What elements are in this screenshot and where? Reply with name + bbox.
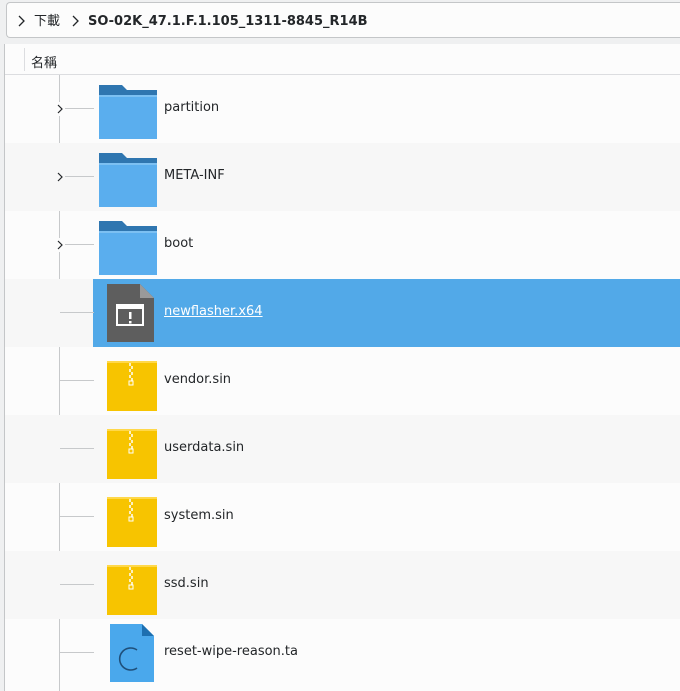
chevron-right-icon[interactable] <box>69 14 81 28</box>
executable-file-icon <box>107 284 154 342</box>
archive-file-icon <box>107 361 157 411</box>
file-row[interactable]: ssd.sin <box>5 551 680 619</box>
tree-branch-line <box>60 516 94 517</box>
tree-branch-line <box>60 380 94 381</box>
file-view[interactable]: 名稱 partition META-INF boot newflasher.x64 ve… <box>4 44 680 691</box>
tree-branch-line <box>60 312 94 313</box>
chevron-right-icon[interactable] <box>55 102 65 116</box>
file-name[interactable]: system.sin <box>164 507 234 525</box>
folder-icon <box>99 221 157 275</box>
file-name[interactable]: reset-wipe-reason.ta <box>164 643 298 661</box>
tree-branch-line <box>60 448 94 449</box>
file-row[interactable]: boot <box>5 211 680 279</box>
chevron-right-icon[interactable] <box>55 170 65 184</box>
file-row[interactable]: system.sin <box>5 483 680 551</box>
breadcrumb-item-current[interactable]: SO-02K_47.1.F.1.105_1311-8845_R14B <box>88 13 368 31</box>
column-divider[interactable] <box>24 48 25 71</box>
file-row[interactable]: META-INF <box>5 143 680 211</box>
source-file-icon <box>110 624 154 682</box>
file-name[interactable]: ssd.sin <box>164 575 209 593</box>
file-name[interactable]: boot <box>164 235 193 253</box>
archive-file-icon <box>107 429 157 479</box>
chevron-right-icon[interactable] <box>15 14 27 28</box>
tree-branch-line <box>60 584 94 585</box>
tree-branch-line <box>60 652 94 653</box>
breadcrumb: 下載 SO-02K_47.1.F.1.105_1311-8845_R14B <box>0 0 680 40</box>
breadcrumb-item-downloads[interactable]: 下載 <box>34 13 60 31</box>
file-name[interactable]: META-INF <box>164 167 225 185</box>
folder-icon <box>99 153 157 207</box>
column-header-name[interactable]: 名稱 <box>31 52 57 71</box>
file-row[interactable]: partition <box>5 75 680 143</box>
file-name[interactable]: newflasher.x64 <box>164 303 263 321</box>
file-name[interactable]: userdata.sin <box>164 439 244 457</box>
tree-branch-line <box>60 244 94 245</box>
file-row[interactable]: vendor.sin <box>5 347 680 415</box>
column-header: 名稱 <box>5 44 680 75</box>
tree-branch-line <box>60 176 94 177</box>
archive-file-icon <box>107 497 157 547</box>
folder-icon <box>99 85 157 139</box>
file-row[interactable]: newflasher.x64 <box>5 279 680 347</box>
file-name[interactable]: vendor.sin <box>164 371 231 389</box>
breadcrumb-bar[interactable]: 下載 SO-02K_47.1.F.1.105_1311-8845_R14B <box>6 2 680 38</box>
file-name[interactable]: partition <box>164 99 219 117</box>
file-row[interactable]: userdata.sin <box>5 415 680 483</box>
file-row[interactable]: reset-wipe-reason.ta <box>5 619 680 687</box>
tree-branch-line <box>60 108 94 109</box>
chevron-right-icon[interactable] <box>55 238 65 252</box>
archive-file-icon <box>107 565 157 615</box>
